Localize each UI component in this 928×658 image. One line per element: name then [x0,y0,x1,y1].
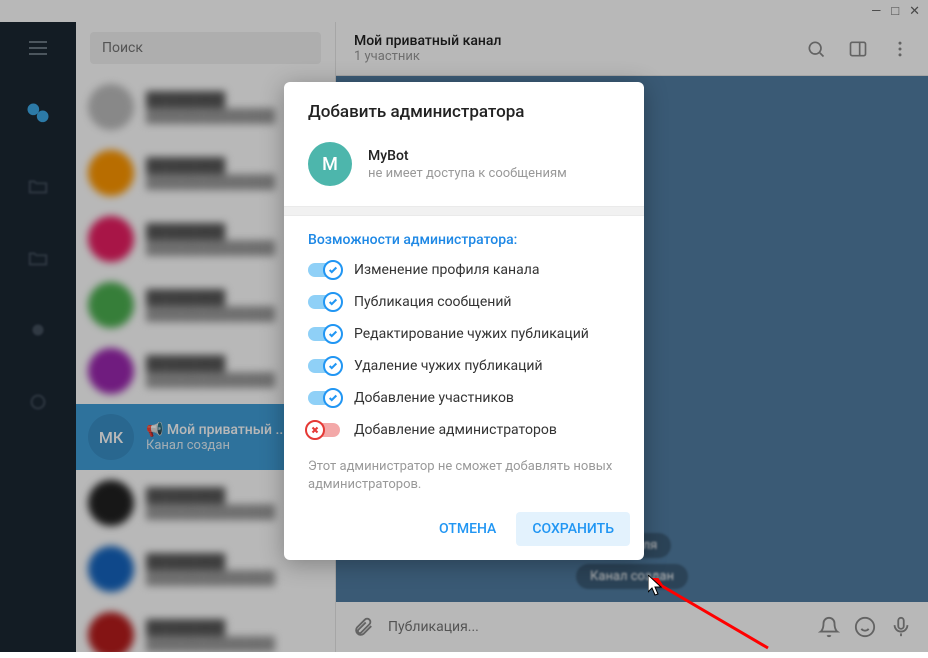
permissions-heading: Возможности администратора: [284,216,644,254]
permission-row: Публикация сообщений [284,286,644,318]
permission-row: Добавление администраторов [284,414,644,446]
permission-label: Редактирование чужих публикаций [354,326,589,342]
permission-row: Редактирование чужих публикаций [284,318,644,350]
permission-label: Добавление администраторов [354,422,557,438]
modal-overlay[interactable]: Добавить администратора M MyBot не имеет… [0,0,928,652]
add-admin-dialog: Добавить администратора M MyBot не имеет… [284,82,644,560]
user-status: не имеет доступа к сообщениям [368,166,567,181]
permission-toggle[interactable] [308,327,340,341]
permission-row: Добавление участников [284,382,644,414]
permission-row: Удаление чужих публикаций [284,350,644,382]
permission-label: Добавление участников [354,390,514,406]
permission-toggle[interactable] [308,359,340,373]
save-button[interactable]: СОХРАНИТЬ [516,512,630,546]
separator [284,206,644,216]
cancel-button[interactable]: ОТМЕНА [423,512,512,546]
permission-row: Изменение профиля канала [284,254,644,286]
permissions-note: Этот администратор не сможет добавлять н… [284,446,644,500]
permission-label: Публикация сообщений [354,294,512,310]
dialog-title: Добавить администратора [284,82,644,128]
permission-toggle[interactable] [308,263,340,277]
permission-toggle[interactable] [308,391,340,405]
permission-toggle[interactable] [308,423,340,437]
dialog-user-row[interactable]: M MyBot не имеет доступа к сообщениям [284,128,644,206]
permission-label: Удаление чужих публикаций [354,358,543,374]
permission-toggle[interactable] [308,295,340,309]
mouse-cursor-icon [648,575,666,603]
user-name: MyBot [368,148,567,164]
user-avatar: M [308,142,352,186]
permission-label: Изменение профиля канала [354,262,539,278]
